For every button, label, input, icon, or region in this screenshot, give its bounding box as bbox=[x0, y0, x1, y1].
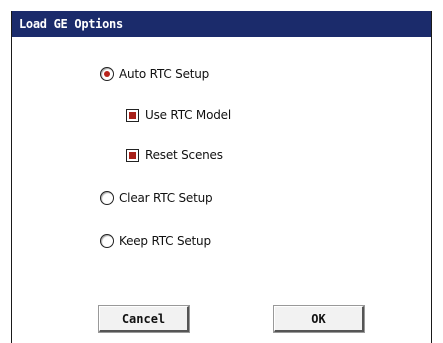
keep-rtc-setup-label: Keep RTC Setup bbox=[119, 234, 211, 248]
keep-rtc-setup-option[interactable]: Keep RTC Setup bbox=[100, 234, 211, 248]
dialog-title: Load GE Options bbox=[12, 11, 431, 37]
checkbox-checked-icon[interactable] bbox=[126, 148, 139, 162]
use-rtc-model-option[interactable]: Use RTC Model bbox=[126, 108, 231, 122]
reset-scenes-option[interactable]: Reset Scenes bbox=[126, 148, 223, 162]
checkbox-checked-icon[interactable] bbox=[126, 108, 139, 122]
ok-button[interactable]: OK bbox=[273, 305, 365, 333]
radio-unselected-icon[interactable] bbox=[100, 234, 114, 248]
clear-rtc-setup-option[interactable]: Clear RTC Setup bbox=[100, 191, 213, 205]
cancel-button[interactable]: Cancel bbox=[98, 305, 190, 333]
use-rtc-model-label: Use RTC Model bbox=[145, 108, 231, 122]
auto-rtc-setup-option[interactable]: Auto RTC Setup bbox=[100, 67, 209, 81]
reset-scenes-label: Reset Scenes bbox=[145, 148, 223, 162]
auto-rtc-setup-label: Auto RTC Setup bbox=[119, 67, 210, 81]
clear-rtc-setup-label: Clear RTC Setup bbox=[119, 191, 213, 205]
radio-unselected-icon[interactable] bbox=[100, 191, 114, 205]
load-ge-options-dialog: Load GE Options Auto RTC Setup Use RTC M… bbox=[11, 11, 432, 343]
radio-selected-icon[interactable] bbox=[100, 67, 114, 81]
